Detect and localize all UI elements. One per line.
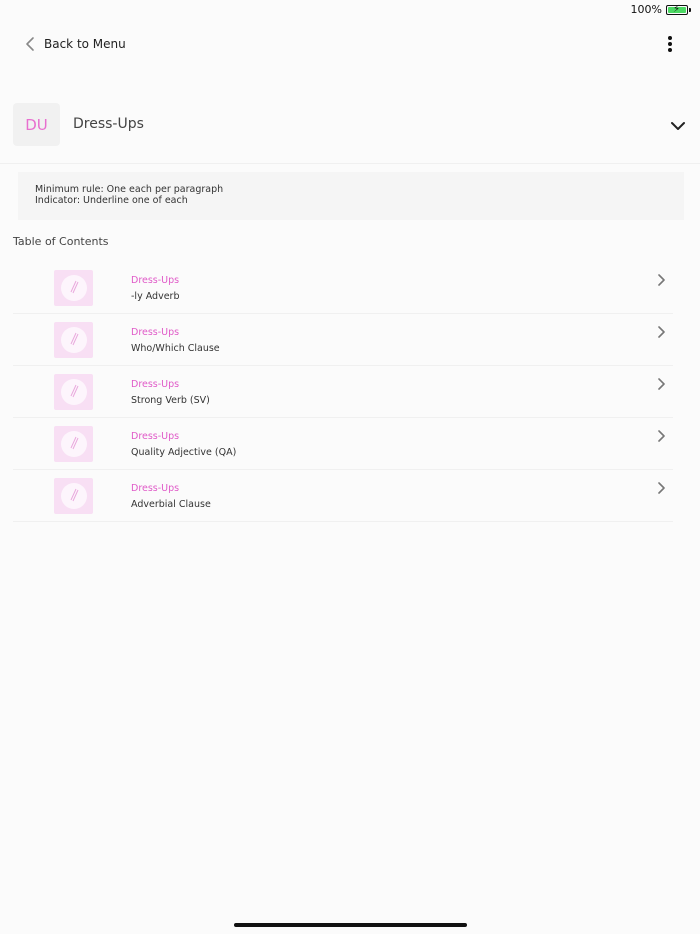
paperclip-icon (70, 436, 78, 450)
paperclip-icon (70, 384, 78, 398)
lesson-thumbnail (54, 478, 93, 514)
section-title: Dress-Ups (73, 116, 144, 132)
toc-item-category: Dress-Ups (131, 379, 180, 390)
chevron-right-icon (658, 274, 665, 286)
toc-item[interactable]: Dress-Ups Who/Which Clause (13, 314, 673, 366)
paperclip-icon (70, 332, 78, 346)
section-header[interactable]: DU Dress-Ups (0, 100, 700, 164)
chevron-right-icon (658, 378, 665, 390)
lesson-thumbnail (54, 426, 93, 462)
paperclip-icon (70, 280, 78, 294)
toc-item-category: Dress-Ups (131, 431, 180, 442)
battery-tip (689, 8, 691, 12)
rule-minimum: Minimum rule: One each per paragraph (35, 184, 224, 195)
chevron-left-icon (26, 37, 34, 51)
toc-item-title: Strong Verb (SV) (131, 395, 210, 406)
chevron-right-icon (658, 482, 665, 494)
lesson-thumbnail (54, 322, 93, 358)
toc-item-title: Adverbial Clause (131, 499, 211, 510)
paperclip-icon (70, 488, 78, 502)
toc-item-title: Who/Which Clause (131, 343, 220, 354)
toc-item[interactable]: Dress-Ups -ly Adverb (13, 262, 673, 314)
back-to-menu-button[interactable]: Back to Menu (24, 36, 126, 52)
battery-percentage: 100% (630, 3, 662, 16)
toc-item-title: Quality Adjective (QA) (131, 447, 237, 458)
toc-heading: Table of Contents (13, 235, 109, 248)
toc-item-category: Dress-Ups (131, 275, 180, 286)
back-label: Back to Menu (44, 37, 126, 51)
toc-item[interactable]: Dress-Ups Quality Adjective (QA) (13, 418, 673, 470)
battery-icon: ⚡ (666, 4, 688, 15)
toc-item-title: -ly Adverb (131, 291, 180, 302)
chevron-right-icon (658, 430, 665, 442)
toc-item-category: Dress-Ups (131, 483, 180, 494)
chevron-down-icon[interactable] (670, 120, 686, 132)
lesson-thumbnail (54, 374, 93, 410)
section-badge: DU (13, 103, 60, 146)
nav-bar: Back to Menu (0, 30, 700, 60)
chevron-right-icon (658, 326, 665, 338)
lesson-thumbnail (54, 270, 93, 306)
toc-item[interactable]: Dress-Ups Strong Verb (SV) (13, 366, 673, 418)
toc-list: Dress-Ups -ly Adverb Dress-Ups Who/Which… (13, 262, 673, 522)
more-vertical-icon[interactable] (664, 36, 676, 56)
toc-item[interactable]: Dress-Ups Adverbial Clause (13, 470, 673, 522)
rules-box: Minimum rule: One each per paragraph Ind… (18, 172, 684, 220)
toc-item-category: Dress-Ups (131, 327, 180, 338)
home-indicator[interactable] (234, 923, 467, 927)
status-bar: 100% ⚡ (0, 0, 700, 20)
rule-indicator: Indicator: Underline one of each (35, 195, 188, 206)
